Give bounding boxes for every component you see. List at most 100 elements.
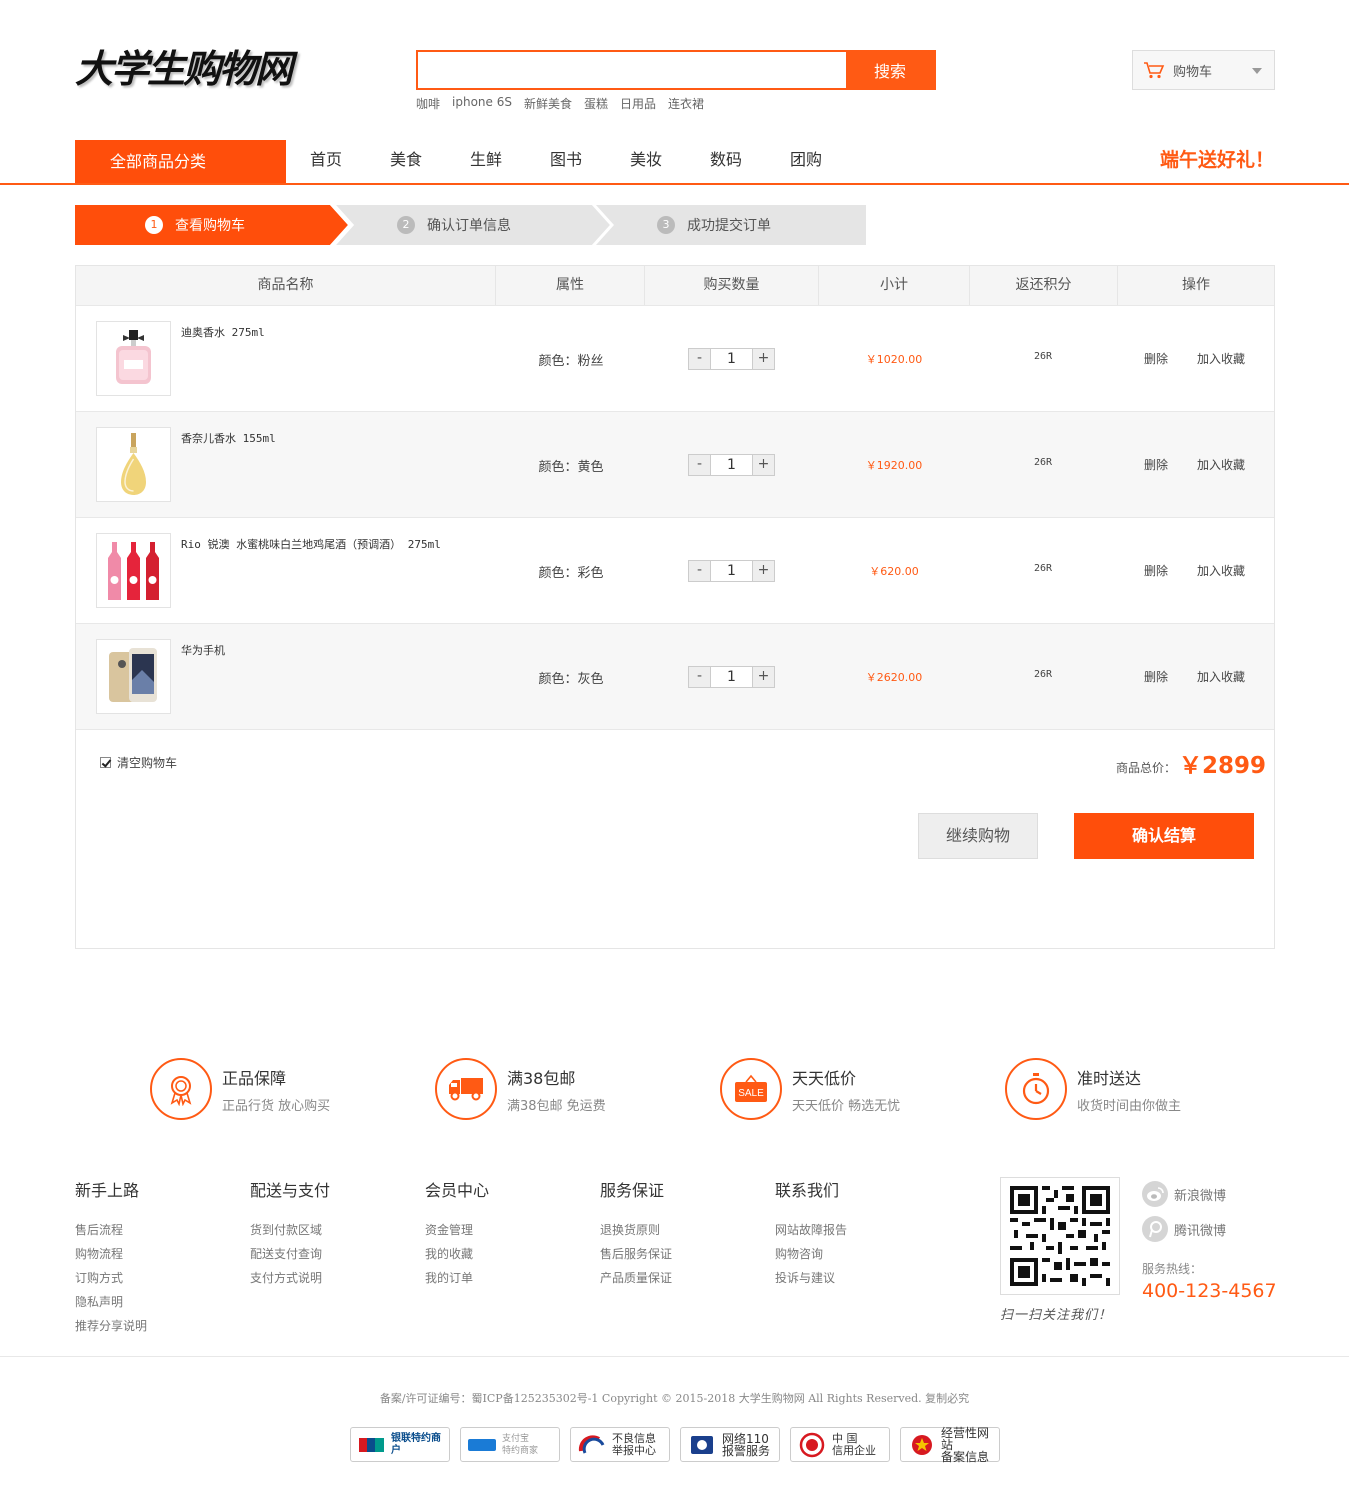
nav-item-food[interactable]: 美食 — [366, 140, 446, 183]
product-attribute: 颜色：黄色 — [538, 460, 604, 475]
nav-item-books[interactable]: 图书 — [526, 140, 606, 183]
quantity-plus-button[interactable]: + — [753, 349, 774, 369]
quantity-plus-button[interactable]: + — [753, 455, 774, 475]
footer-link[interactable]: 售后流程 — [75, 1218, 147, 1242]
badge-credit-enterprise[interactable]: 中 国信用企业 — [790, 1427, 890, 1462]
product-name[interactable]: 香奈儿香水 155ml — [181, 430, 276, 446]
checkout-steps: 1 查看购物车 2 确认订单信息 3 成功提交订单 — [75, 205, 866, 245]
all-categories-button[interactable]: 全部商品分类 — [75, 140, 286, 183]
badge-text: 银联特约商户 — [391, 1432, 441, 1456]
tencent-weibo-link[interactable]: 腾讯微博 — [1142, 1216, 1226, 1242]
product-name[interactable]: 迪奥香水 275ml — [181, 324, 265, 340]
quantity-minus-button[interactable]: - — [689, 667, 710, 687]
step-number: 3 — [657, 216, 675, 234]
gov-emblem-icon — [907, 1434, 936, 1455]
badge-text: 支付宝 — [502, 1433, 530, 1444]
footer-link[interactable]: 购物咨询 — [775, 1242, 847, 1266]
add-favorite-link[interactable]: 加入收藏 — [1197, 668, 1245, 685]
footer-link[interactable]: 资金管理 — [425, 1218, 489, 1242]
nav-item-home[interactable]: 首页 — [286, 140, 366, 183]
footer-column-delivery: 配送与支付 货到付款区域 配送支付查询 支付方式说明 — [250, 1177, 330, 1290]
footer-link[interactable]: 我的订单 — [425, 1266, 489, 1290]
footer-column-title: 联系我们 — [775, 1181, 840, 1200]
delete-link[interactable]: 删除 — [1144, 668, 1168, 685]
product-image-huawei-phone[interactable] — [96, 639, 171, 714]
clear-cart-control[interactable]: 清空购物车 — [100, 754, 177, 771]
confirm-checkout-button[interactable]: 确认结算 — [1074, 813, 1254, 859]
guarantee-subtitle: 收货时间由你做主 — [1077, 1098, 1182, 1114]
quantity-input[interactable]: 1 — [710, 455, 753, 475]
quantity-stepper: - 1 + — [688, 560, 775, 582]
promo-banner-text[interactable]: 端午送好礼！ — [1160, 140, 1274, 180]
continue-shopping-button[interactable]: 继续购物 — [918, 813, 1038, 859]
product-image-rio-cocktail[interactable] — [96, 533, 171, 608]
badge-alipay[interactable]: 支付宝 特约商家 — [460, 1427, 560, 1462]
footer-link[interactable]: 推荐分享说明 — [75, 1314, 147, 1338]
add-favorite-link[interactable]: 加入收藏 — [1197, 562, 1245, 579]
badge-report-center[interactable]: 不良信息 举报中心 — [570, 1427, 670, 1462]
hot-word-link[interactable]: 连衣裙 — [668, 95, 704, 112]
column-header: 操作 — [1182, 277, 1210, 293]
delete-link[interactable]: 删除 — [1144, 456, 1168, 473]
quantity-minus-button[interactable]: - — [689, 455, 710, 475]
main-nav: 全部商品分类 首页 美食 生鲜 图书 美妆 数码 团购 端午送好礼！ — [0, 140, 1349, 185]
footer-link[interactable]: 投诉与建议 — [775, 1266, 847, 1290]
footer-link[interactable]: 订购方式 — [75, 1266, 147, 1290]
nav-item-beauty[interactable]: 美妆 — [606, 140, 686, 183]
add-favorite-link[interactable]: 加入收藏 — [1197, 350, 1245, 367]
footer-link[interactable]: 网站故障报告 — [775, 1218, 847, 1242]
hot-word-link[interactable]: 蛋糕 — [584, 95, 608, 112]
delete-link[interactable]: 删除 — [1144, 562, 1168, 579]
badge-unionpay[interactable]: 银联特约商户 — [350, 1427, 450, 1462]
footer-link[interactable]: 货到付款区域 — [250, 1218, 330, 1242]
nav-item-digital[interactable]: 数码 — [686, 140, 766, 183]
search-input[interactable] — [418, 52, 846, 88]
quantity-minus-button[interactable]: - — [689, 561, 710, 581]
footer-link[interactable]: 隐私声明 — [75, 1290, 147, 1314]
badge-site-registration[interactable]: 经营性网站 备案信息 — [900, 1427, 1000, 1463]
clear-cart-checkbox[interactable] — [100, 757, 111, 768]
badge-text: 不良信息 — [612, 1431, 656, 1445]
footer-column-title: 服务保证 — [600, 1181, 665, 1200]
product-image-perfume-chanel[interactable] — [96, 427, 171, 502]
sina-weibo-link[interactable]: 新浪微博 — [1142, 1181, 1226, 1207]
product-name[interactable]: Rio 锐澳 水蜜桃味白兰地鸡尾酒（预调酒） 275ml — [181, 536, 441, 552]
hot-word-link[interactable]: iphone 6S — [452, 95, 512, 112]
guarantee-authentic: 正品保障 正品行货 放心购买 — [150, 1058, 330, 1120]
quantity-plus-button[interactable]: + — [753, 561, 774, 581]
footer-link[interactable]: 退换货原则 — [600, 1218, 672, 1242]
tencent-weibo-icon — [1142, 1216, 1168, 1242]
footer-link[interactable]: 售后服务保证 — [600, 1242, 672, 1266]
nav-item-fresh[interactable]: 生鲜 — [446, 140, 526, 183]
quantity-input[interactable]: 1 — [710, 561, 753, 581]
hot-word-link[interactable]: 咖啡 — [416, 95, 440, 112]
badge-text: 信用企业 — [832, 1443, 876, 1457]
quantity-input[interactable]: 1 — [710, 667, 753, 687]
delete-link[interactable]: 删除 — [1144, 350, 1168, 367]
hot-word-link[interactable]: 新鲜美食 — [524, 95, 572, 112]
badge-police-110[interactable]: 网络110 报警服务 — [680, 1427, 780, 1462]
quantity-plus-button[interactable]: + — [753, 667, 774, 687]
product-image-perfume-dior[interactable] — [96, 321, 171, 396]
sale-tag-icon: SALE — [720, 1058, 782, 1120]
medal-icon — [150, 1058, 212, 1120]
step-view-cart: 1 查看购物车 — [145, 205, 245, 245]
cart-dropdown[interactable]: 购物车 — [1132, 50, 1275, 90]
nav-item-groupbuy[interactable]: 团购 — [766, 140, 846, 183]
footer-link[interactable]: 我的收藏 — [425, 1242, 489, 1266]
search-button[interactable]: 搜索 — [846, 52, 934, 88]
product-name[interactable]: 华为手机 — [181, 642, 225, 658]
clear-cart-label[interactable]: 清空购物车 — [117, 754, 177, 771]
quantity-stepper: - 1 + — [688, 348, 775, 370]
quantity-minus-button[interactable]: - — [689, 349, 710, 369]
footer-link[interactable]: 配送支付查询 — [250, 1242, 330, 1266]
qr-code-icon — [1010, 1186, 1110, 1286]
hot-word-link[interactable]: 日用品 — [620, 95, 656, 112]
header: 大学生购物网 搜索 咖啡 iphone 6S 新鲜美食 蛋糕 日用品 连衣裙 购… — [0, 0, 1349, 140]
add-favorite-link[interactable]: 加入收藏 — [1197, 456, 1245, 473]
footer-link[interactable]: 产品质量保证 — [600, 1266, 672, 1290]
footer-link[interactable]: 购物流程 — [75, 1242, 147, 1266]
site-logo[interactable]: 大学生购物网 — [75, 44, 293, 94]
footer-link[interactable]: 支付方式说明 — [250, 1266, 330, 1290]
quantity-input[interactable]: 1 — [710, 349, 753, 369]
